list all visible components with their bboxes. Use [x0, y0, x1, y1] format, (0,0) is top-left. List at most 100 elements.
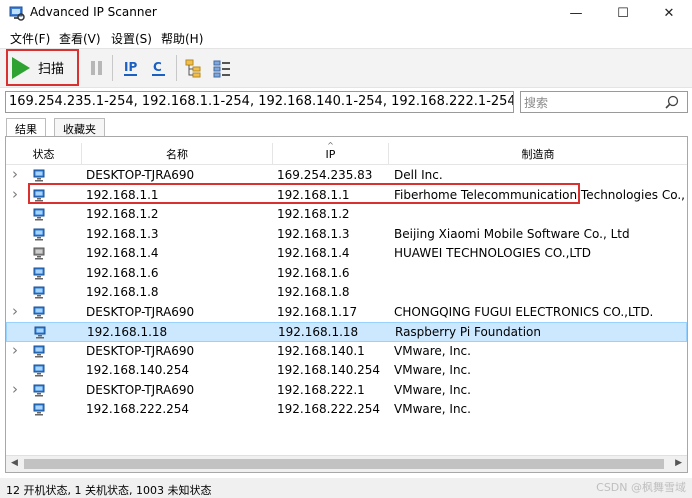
device-name: 192.168.222.254	[86, 402, 190, 416]
device-manufacturer: HUAWEI TECHNOLOGIES CO.,LTD	[394, 246, 592, 260]
toolbar: 扫描 IP C	[0, 48, 692, 88]
scan-button-label: 扫描	[38, 62, 65, 77]
device-name: 192.168.1.6	[86, 265, 159, 280]
computer-online-icon	[33, 306, 45, 318]
device-name: 192.168.1.3	[86, 226, 159, 241]
computer-offline-icon	[33, 247, 45, 260]
device-name: 192.168.1.1	[86, 187, 159, 202]
tab-results[interactable]: 结果	[6, 118, 46, 137]
device-ip: 192.168.1.8	[277, 285, 350, 299]
table-row[interactable]: › DESKTOP-TJRA690 192.168.140.1 VMware, In…	[6, 341, 687, 362]
list-header: 状态 名称 ^ IP 制造商	[6, 141, 687, 165]
computer-online-icon	[33, 228, 45, 240]
scroll-right-icon[interactable]: ▶	[675, 458, 682, 468]
search-icon[interactable]	[665, 95, 679, 109]
device-manufacturer: Fiberhome Telecommunication Technologies…	[394, 187, 686, 202]
c-icon-label: C	[153, 60, 162, 74]
menu-bar: 文件(F) 查看(V) 设置(S) 帮助(H)	[0, 28, 692, 48]
menu-help[interactable]: 帮助(H)	[161, 30, 203, 47]
computer-online-icon	[33, 364, 45, 377]
tab-favorites[interactable]: 收藏夹	[54, 118, 105, 136]
window-title: Advanced IP Scanner	[30, 5, 157, 19]
device-manufacturer: VMware, Inc.	[394, 382, 471, 397]
device-manufacturer: VMware, Inc.	[394, 402, 471, 416]
expand-chevron-icon[interactable]: ›	[12, 185, 18, 203]
table-row[interactable]: › DESKTOP-TJRA690 192.168.222.1 VMware, In…	[6, 380, 687, 401]
scrollbar-thumb[interactable]	[24, 459, 664, 469]
toolbar-separator	[176, 55, 177, 81]
expand-all-icon[interactable]	[184, 57, 204, 79]
device-name: 192.168.1.18	[87, 325, 168, 339]
table-row[interactable]: 192.168.1.8 192.168.1.8	[6, 283, 687, 303]
device-ip: 192.168.1.6	[277, 265, 350, 280]
computer-online-icon	[33, 169, 45, 182]
device-ip: 192.168.1.1	[277, 187, 350, 202]
device-name: 192.168.1.8	[86, 285, 159, 299]
expand-chevron-icon[interactable]: ›	[12, 302, 18, 320]
menu-file[interactable]: 文件(F)	[10, 30, 50, 47]
computer-online-icon	[33, 189, 45, 201]
menu-settings[interactable]: 设置(S)	[111, 30, 152, 47]
title-bar: Advanced IP Scanner — ☐ ✕	[0, 0, 692, 26]
table-row[interactable]: 192.168.1.4 192.168.1.4 HUAWEI TECHNOLOGIE…	[6, 244, 687, 264]
c-class-icon[interactable]: C	[149, 57, 169, 79]
device-ip: 192.168.140.254	[277, 363, 381, 377]
device-ip: 192.168.222.254	[277, 402, 381, 416]
expand-chevron-icon[interactable]: ›	[12, 380, 18, 398]
device-ip: 192.168.1.4	[277, 246, 350, 260]
column-status[interactable]: 状态	[6, 143, 82, 165]
column-ip[interactable]: ^ IP	[273, 141, 389, 165]
search-input[interactable]: 搜索	[520, 91, 688, 113]
table-row[interactable]: › DESKTOP-TJRA690 169.254.235.83 Dell Inc.	[6, 165, 687, 186]
expand-chevron-icon[interactable]: ›	[12, 165, 18, 183]
device-ip: 192.168.1.18	[278, 325, 359, 339]
table-row[interactable]: 192.168.1.6 192.168.1.6	[6, 264, 687, 284]
toolbar-separator	[112, 55, 113, 81]
ip-icon[interactable]: IP	[121, 57, 141, 79]
column-manufacturer[interactable]: 制造商	[389, 143, 687, 165]
status-summary: 12 开机状态, 1 关机状态, 1003 未知状态	[6, 484, 212, 497]
table-row[interactable]: › 192.168.1.1 192.168.1.1 Fiberhome Teleco…	[6, 185, 687, 206]
status-bar: 12 开机状态, 1 关机状态, 1003 未知状态 CSDN @枫舞雪域	[0, 478, 692, 498]
device-ip: 192.168.1.3	[277, 226, 350, 241]
minimize-button[interactable]: —	[553, 0, 599, 26]
horizontal-scrollbar[interactable]: ◀ ▶	[6, 455, 687, 472]
scan-button[interactable]: 扫描	[6, 49, 79, 86]
table-row[interactable]: 192.168.1.3 192.168.1.3 Beijing Xiaomi Mob…	[6, 225, 687, 245]
device-name: 192.168.140.254	[86, 363, 190, 377]
column-name[interactable]: 名称	[82, 143, 273, 165]
computer-online-icon	[33, 208, 45, 221]
table-row[interactable]: 192.168.222.254 192.168.222.254 VMware, In…	[6, 400, 687, 420]
ip-range-input[interactable]: 169.254.235.1-254, 192.168.1.1-254, 192.…	[5, 91, 514, 113]
device-ip: 192.168.1.17	[277, 304, 358, 319]
computer-online-icon	[34, 326, 46, 339]
menu-view[interactable]: 查看(V)	[59, 30, 101, 47]
play-icon	[12, 56, 30, 79]
table-row[interactable]: › DESKTOP-TJRA690 192.168.1.17 CHONGQING F…	[6, 302, 687, 323]
device-name: DESKTOP-TJRA690	[86, 304, 195, 319]
computer-online-icon	[33, 403, 45, 416]
maximize-button[interactable]: ☐	[600, 0, 646, 26]
computer-online-icon	[33, 345, 45, 357]
computer-online-icon	[33, 286, 45, 299]
device-name: DESKTOP-TJRA690	[86, 382, 195, 397]
device-manufacturer: VMware, Inc.	[394, 343, 471, 358]
table-row[interactable]: 192.168.140.254 192.168.140.254 VMware, In…	[6, 361, 687, 381]
collapse-all-icon[interactable]	[212, 57, 232, 79]
table-row[interactable]: 192.168.1.2 192.168.1.2	[6, 205, 687, 225]
table-row[interactable]: 192.168.1.18 192.168.1.18 Raspberry Pi Fou…	[6, 322, 687, 342]
expand-chevron-icon[interactable]: ›	[12, 341, 18, 359]
device-ip: 192.168.222.1	[277, 382, 365, 397]
results-list[interactable]: 状态 名称 ^ IP 制造商 › DESKTOP-TJRA690 169.254.…	[5, 136, 688, 473]
close-button[interactable]: ✕	[646, 0, 692, 26]
device-name: DESKTOP-TJRA690	[86, 343, 195, 358]
ip-icon-label: IP	[124, 60, 137, 74]
device-ip: 192.168.1.2	[277, 207, 350, 221]
device-manufacturer: Dell Inc.	[394, 168, 443, 182]
device-manufacturer: CHONGQING FUGUI ELECTRONICS CO.,LTD.	[394, 304, 654, 319]
device-ip: 192.168.140.1	[277, 343, 365, 358]
device-name: 192.168.1.2	[86, 207, 159, 221]
pause-icon[interactable]	[87, 57, 107, 79]
scroll-left-icon[interactable]: ◀	[11, 458, 18, 468]
device-manufacturer: VMware, Inc.	[394, 363, 471, 377]
